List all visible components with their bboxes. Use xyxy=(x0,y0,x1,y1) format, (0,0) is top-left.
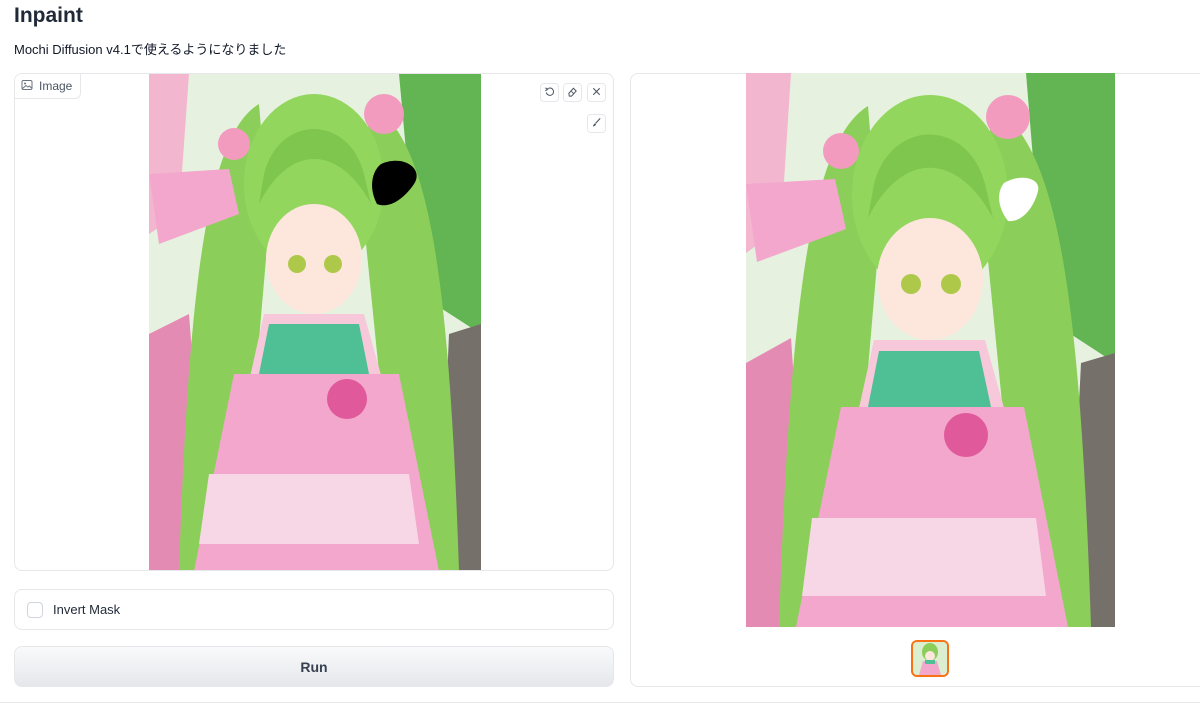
brush-button[interactable] xyxy=(587,114,606,133)
gallery-thumbnail[interactable] xyxy=(911,640,949,677)
page-title: Inpaint xyxy=(14,4,83,27)
undo-icon xyxy=(544,84,555,102)
invert-mask-checkbox[interactable] xyxy=(27,601,43,618)
brush-icon xyxy=(591,115,602,133)
run-button[interactable]: Run xyxy=(14,646,614,687)
page-subtitle: Mochi Diffusion v4.1で使えるようになりました xyxy=(14,42,287,57)
bottom-divider xyxy=(0,702,1200,703)
undo-button[interactable] xyxy=(540,83,559,102)
image-label-tag: Image xyxy=(15,74,82,99)
clear-image-button[interactable] xyxy=(587,83,606,102)
invert-mask-row[interactable]: Invert Mask xyxy=(14,589,614,630)
eraser-icon xyxy=(567,84,578,102)
input-image-canvas[interactable] xyxy=(149,74,481,570)
input-image-panel: Image xyxy=(14,73,614,571)
output-image[interactable] xyxy=(746,73,1115,627)
invert-mask-label: Invert Mask xyxy=(53,602,121,617)
image-label-text: Image xyxy=(39,79,73,93)
image-icon xyxy=(21,79,33,94)
close-icon xyxy=(591,84,602,102)
eraser-button[interactable] xyxy=(563,83,582,102)
